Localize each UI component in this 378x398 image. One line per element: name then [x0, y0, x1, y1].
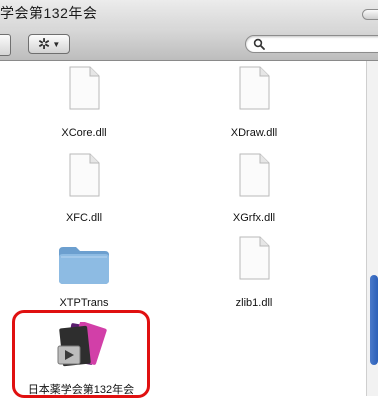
folder-name: XTPTrans [59, 297, 109, 309]
file-name: XGrfx.dll [232, 212, 276, 224]
file-item-xcore[interactable]: XCore.dll [24, 66, 144, 139]
window-titlebar[interactable]: 学会第132年会 [0, 0, 378, 28]
toolbar-toggle-button[interactable] [362, 9, 378, 20]
folder-item-xtptrans[interactable]: XTPTrans [24, 242, 144, 309]
file-item-xfc[interactable]: XFC.dll [24, 153, 144, 224]
file-name: XFC.dll [65, 212, 103, 224]
document-icon [69, 153, 100, 197]
file-name: XDraw.dll [230, 127, 278, 139]
file-item-xgrfx[interactable]: XGrfx.dll [194, 153, 314, 224]
search-icon [253, 38, 265, 50]
file-item-zlib1[interactable]: zlib1.dll [194, 236, 314, 309]
scrollbar-thumb[interactable] [370, 275, 378, 365]
document-icon [239, 66, 270, 110]
file-name: XCore.dll [61, 127, 107, 139]
view-mode-button[interactable] [0, 34, 11, 56]
folder-icon [59, 247, 109, 284]
document-icon [239, 153, 270, 197]
document-icon [239, 236, 270, 280]
gear-icon: ✲ [37, 35, 51, 53]
window-title: 学会第132年会 [0, 5, 98, 21]
action-menu-button[interactable]: ✲ ▼ [28, 34, 70, 54]
red-highlight-box [12, 310, 150, 398]
document-icon [69, 66, 100, 110]
chevron-down-icon: ▼ [52, 39, 61, 49]
file-item-xdraw[interactable]: XDraw.dll [194, 66, 314, 139]
toolbar: ✲ ▼ [0, 28, 378, 61]
file-name: zlib1.dll [235, 297, 273, 309]
